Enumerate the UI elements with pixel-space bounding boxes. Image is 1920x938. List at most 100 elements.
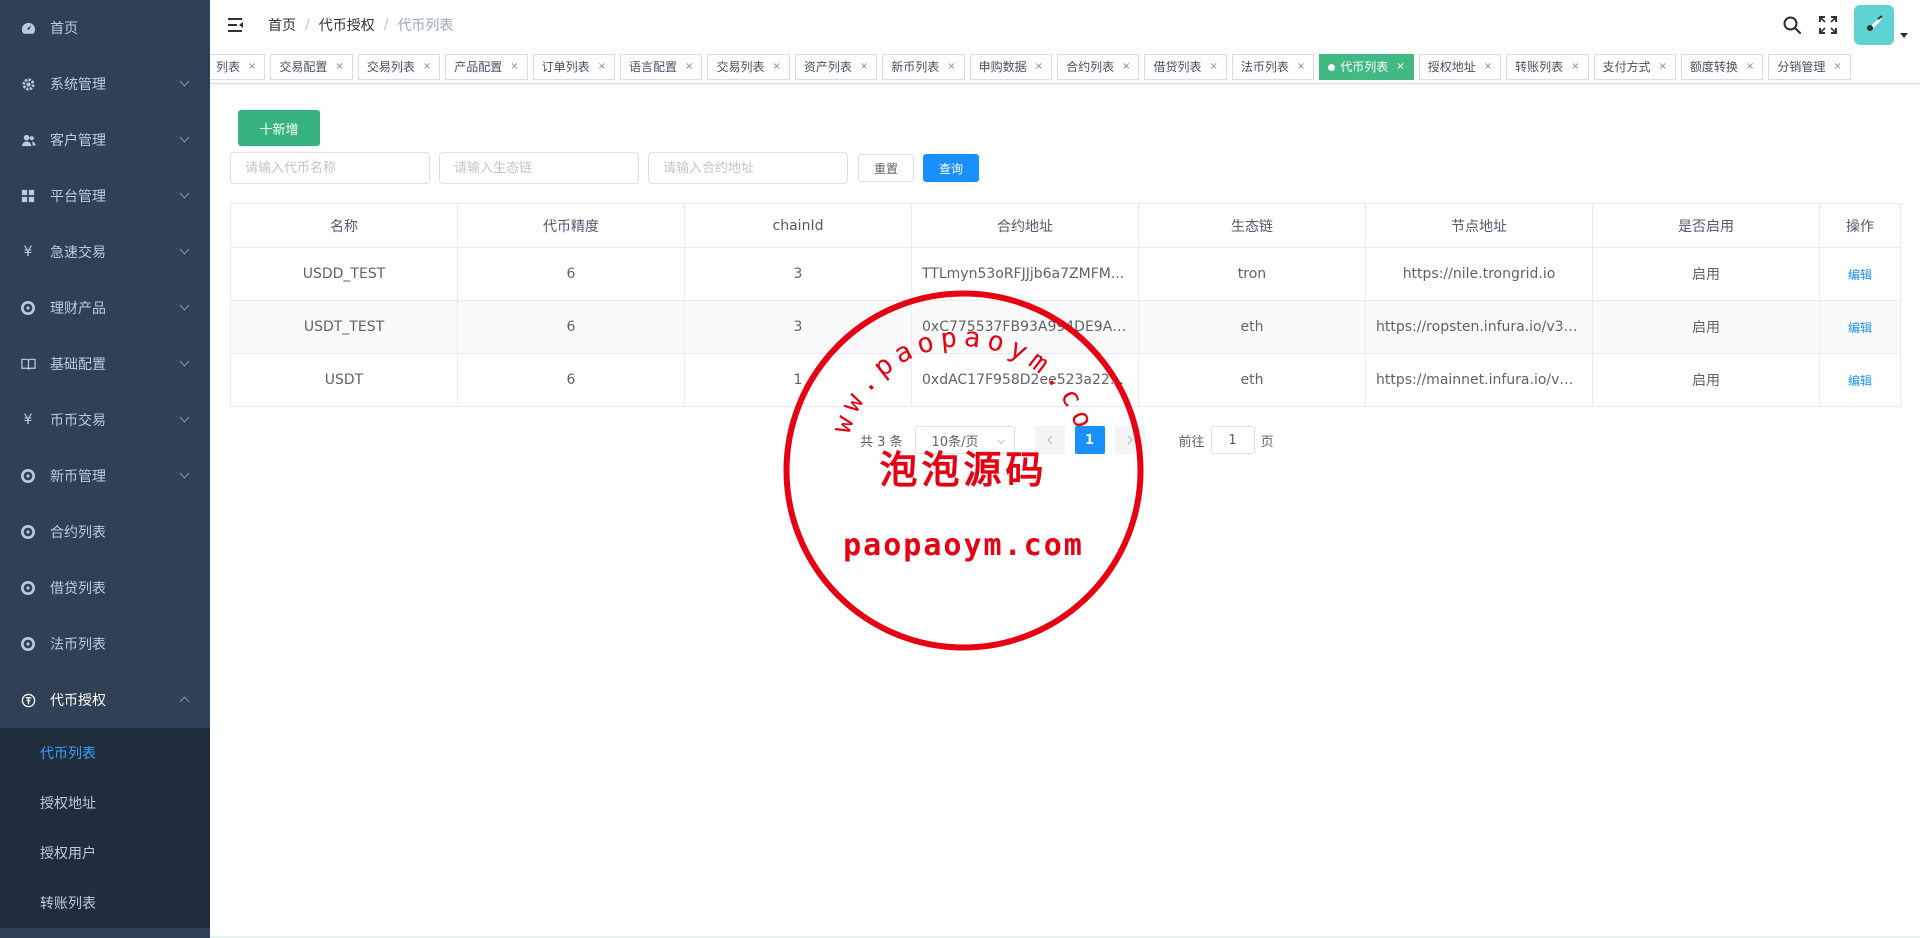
- next-page-button[interactable]: [1114, 426, 1145, 454]
- tag-item[interactable]: 分销管理 ×: [1768, 54, 1851, 80]
- sidebar-subitem-auth-address[interactable]: 授权地址: [0, 778, 210, 828]
- fullscreen-icon[interactable]: [1818, 15, 1838, 35]
- prev-page-button[interactable]: [1034, 426, 1065, 454]
- cell-chain: eth: [1138, 300, 1366, 354]
- close-icon[interactable]: ×: [1833, 55, 1841, 79]
- sidebar-subitem-token-list[interactable]: 代币列表: [0, 728, 210, 778]
- header-actions: [1782, 0, 1908, 50]
- close-icon[interactable]: ×: [685, 55, 693, 79]
- close-icon[interactable]: ×: [860, 55, 868, 79]
- sidebar-item-fast-trade[interactable]: ¥ 急速交易: [0, 224, 210, 280]
- token-table: 名称 代币精度 chainId 合约地址 生态链 节点地址 是否启用 操作 US…: [230, 203, 1901, 407]
- chevron-down-icon: [179, 188, 190, 199]
- token-name-input[interactable]: [230, 152, 430, 184]
- active-dot-icon: [1328, 63, 1336, 71]
- close-icon[interactable]: ×: [1209, 55, 1217, 79]
- tag-item[interactable]: 新币列表 ×: [882, 54, 965, 80]
- tag-item[interactable]: 产品配置 ×: [445, 54, 528, 80]
- contract-address-input[interactable]: [648, 152, 848, 184]
- cell-contract: 0xC775537FB93A994DE9A88...: [911, 300, 1139, 354]
- sidebar-item-system[interactable]: 系统管理: [0, 56, 210, 112]
- sidebar-item-loans[interactable]: 借贷列表: [0, 560, 210, 616]
- close-icon[interactable]: ×: [1571, 55, 1579, 79]
- sidebar-item-home[interactable]: 首页: [0, 0, 210, 56]
- chain-input[interactable]: [439, 152, 639, 184]
- tag-item[interactable]: 合约列表 ×: [1057, 54, 1140, 80]
- close-icon[interactable]: ×: [1396, 55, 1404, 79]
- tag-item[interactable]: 交易列表 ×: [707, 54, 790, 80]
- tag-item[interactable]: 列表 ×: [210, 54, 266, 80]
- tag-item[interactable]: 额度转换 ×: [1680, 54, 1764, 80]
- tag-item[interactable]: 借贷列表 ×: [1144, 54, 1227, 80]
- table-row: USDT_TEST 6 3 0xC775537FB93A994DE9A88...…: [230, 300, 1901, 354]
- sidebar-item-base-config[interactable]: 基础配置: [0, 336, 210, 392]
- cell-contract: TTLmyn53oRFJJjb6a7ZMFM...: [911, 247, 1139, 301]
- search-button[interactable]: 查询: [923, 154, 979, 182]
- edit-button[interactable]: 编辑: [1848, 268, 1872, 282]
- tag-item[interactable]: 转账列表 ×: [1506, 54, 1589, 80]
- sidebar-item-customers[interactable]: 客户管理: [0, 112, 210, 168]
- close-icon[interactable]: ×: [510, 55, 518, 79]
- cell-precision: 6: [457, 353, 685, 407]
- page-number-active[interactable]: 1: [1074, 426, 1105, 454]
- tag-item[interactable]: 语言配置 ×: [620, 54, 703, 80]
- hamburger-icon[interactable]: [228, 18, 244, 32]
- edit-button[interactable]: 编辑: [1848, 374, 1872, 388]
- chevron-down-icon: [179, 300, 190, 311]
- close-icon[interactable]: ×: [1746, 55, 1754, 79]
- sidebar-item-finance-products[interactable]: 理财产品: [0, 280, 210, 336]
- sidebar-item-contracts[interactable]: 合约列表: [0, 504, 210, 560]
- close-icon[interactable]: ×: [1297, 55, 1305, 79]
- sidebar-item-label: 客户管理: [50, 133, 106, 149]
- goto-page-input[interactable]: [1210, 426, 1255, 454]
- tag-item[interactable]: 交易列表 ×: [357, 54, 441, 80]
- sidebar-item-label: 新币管理: [50, 469, 106, 485]
- circle-icon: [20, 636, 36, 652]
- yen-icon: ¥: [23, 244, 33, 260]
- close-icon[interactable]: ×: [335, 55, 343, 79]
- tag-item-active[interactable]: 代币列表 ×: [1319, 54, 1414, 80]
- sidebar-item-label: 基础配置: [50, 357, 106, 373]
- sidebar-item-coin-trade[interactable]: ¥ 币币交易: [0, 392, 210, 448]
- close-icon[interactable]: ×: [248, 55, 256, 79]
- tags-view: 列表 × 交易配置 × 交易列表 × 产品配置 × 订单列表 × 语言配置 × 交易列表 × …: [210, 50, 1920, 84]
- sidebar-item-label: 系统管理: [50, 77, 106, 93]
- tag-item[interactable]: 交易配置 ×: [270, 54, 353, 80]
- sidebar-subitem-auth-users[interactable]: 授权用户: [0, 828, 210, 878]
- search-icon[interactable]: [1782, 15, 1802, 35]
- close-icon[interactable]: ×: [1659, 55, 1667, 79]
- sidebar-subitem-transfer-list[interactable]: 转账列表: [0, 878, 210, 928]
- close-icon[interactable]: ×: [772, 55, 780, 79]
- avatar[interactable]: [1854, 5, 1894, 45]
- add-button[interactable]: 十新增: [238, 110, 320, 146]
- sidebar: 首页 系统管理 客户管理 平台管理 ¥ 急速交易 理财产品 基础配置 ¥ 币币交…: [0, 0, 210, 938]
- cell-chainid: 3: [684, 247, 912, 301]
- close-icon[interactable]: ×: [1484, 55, 1492, 79]
- sidebar-item-token-auth[interactable]: 代币授权: [0, 672, 210, 728]
- close-icon[interactable]: ×: [423, 55, 431, 79]
- pagination-goto: 前往 页: [1179, 426, 1274, 454]
- tag-item[interactable]: 资产列表 ×: [794, 54, 878, 80]
- breadcrumb-token-auth[interactable]: 代币授权: [319, 15, 375, 35]
- reset-button[interactable]: 重置: [858, 154, 914, 182]
- close-icon[interactable]: ×: [1035, 55, 1043, 79]
- tag-item[interactable]: 授权地址 ×: [1418, 54, 1502, 80]
- breadcrumb-home[interactable]: 首页: [268, 15, 296, 35]
- tag-item[interactable]: 申购数据 ×: [969, 54, 1053, 80]
- pagination-total: 共 3 条: [860, 434, 903, 450]
- tag-item[interactable]: 支付方式 ×: [1593, 54, 1676, 80]
- sidebar-item-platform[interactable]: 平台管理: [0, 168, 210, 224]
- sidebar-item-label: 借贷列表: [50, 581, 106, 597]
- page-size-select[interactable]: 10条/页: [914, 426, 1015, 454]
- close-icon[interactable]: ×: [947, 55, 955, 79]
- column-header: 操作: [1819, 203, 1901, 248]
- close-icon[interactable]: ×: [1122, 55, 1130, 79]
- tag-item[interactable]: 订单列表 ×: [532, 54, 616, 80]
- sidebar-item-new-coin[interactable]: 新币管理: [0, 448, 210, 504]
- caret-down-icon[interactable]: [1900, 32, 1908, 38]
- close-icon[interactable]: ×: [598, 55, 606, 79]
- edit-button[interactable]: 编辑: [1848, 321, 1872, 335]
- sidebar-item-fiat[interactable]: 法币列表: [0, 616, 210, 672]
- gear-icon: [20, 76, 36, 92]
- tag-item[interactable]: 法币列表 ×: [1231, 54, 1315, 80]
